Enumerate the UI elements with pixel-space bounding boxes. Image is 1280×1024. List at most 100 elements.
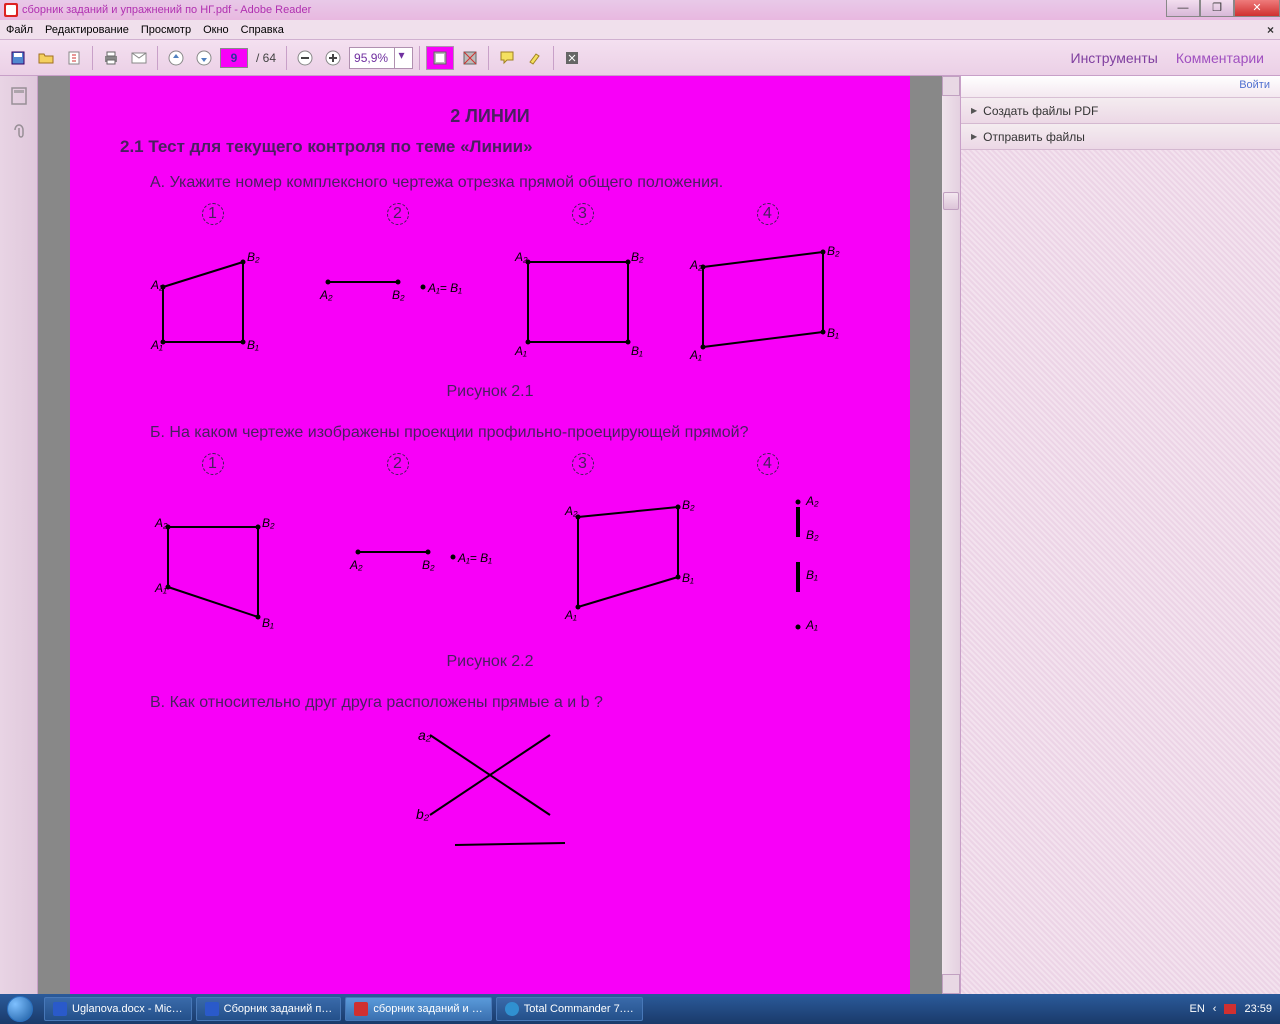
- toolbar: 9 / 64 95,9%▾ Инструменты Комментарии: [0, 40, 1280, 76]
- menu-view[interactable]: Просмотр: [141, 24, 191, 36]
- create-pdf-icon[interactable]: [62, 46, 86, 70]
- windows-orb-icon: [7, 996, 33, 1022]
- page-total: / 64: [252, 51, 280, 65]
- tray-lang[interactable]: EN: [1190, 1003, 1205, 1015]
- taskbar-item-label: Сборник заданий п…: [224, 1003, 333, 1015]
- option-3b: 3: [572, 453, 594, 475]
- window-titlebar: сборник заданий и упражнений по НГ.pdf -…: [0, 0, 1280, 20]
- svg-text:B₁: B₁: [806, 568, 818, 582]
- print-icon[interactable]: [99, 46, 123, 70]
- accordion-create-pdf[interactable]: ▶Создать файлы PDF: [961, 98, 1280, 124]
- figure-2-2: A₂B₂A₁B₁ A₂B₂A₁= B₁ A₂B₂A₁B₁ A₂B₂B₁A₁: [120, 487, 860, 637]
- minimize-button[interactable]: —: [1166, 0, 1200, 17]
- login-link[interactable]: Войти: [961, 76, 1280, 98]
- svg-text:B₁: B₁: [262, 616, 274, 630]
- heading-2-1: 2.1 Тест для текущего контроля по теме «…: [120, 137, 860, 157]
- svg-text:A₁: A₁: [689, 348, 702, 362]
- taskbar-app-icon: [205, 1002, 219, 1016]
- svg-text:B₁: B₁: [682, 571, 694, 585]
- taskbar-item[interactable]: сборник заданий и …: [345, 997, 491, 1021]
- options-row-a: 1 2 3 4: [120, 203, 860, 225]
- taskbar-item[interactable]: Total Commander 7.…: [496, 997, 643, 1021]
- chevron-down-icon[interactable]: ▾: [394, 48, 408, 68]
- close-button[interactable]: ✕: [1234, 0, 1280, 17]
- svg-text:a₂: a₂: [418, 727, 432, 743]
- start-button[interactable]: [0, 994, 40, 1024]
- tray-flag-icon[interactable]: [1224, 1004, 1236, 1014]
- app-icon: [4, 3, 18, 17]
- attachments-icon[interactable]: [9, 120, 29, 140]
- tools-link[interactable]: Инструменты: [1071, 50, 1158, 66]
- fit-width-icon[interactable]: [426, 46, 454, 70]
- svg-text:A₁= B₁: A₁= B₁: [427, 281, 462, 295]
- tray-clock[interactable]: 23:59: [1244, 1003, 1272, 1015]
- highlight-icon[interactable]: [523, 46, 547, 70]
- svg-text:B₂: B₂: [422, 558, 435, 572]
- page-down-icon[interactable]: [192, 46, 216, 70]
- pdf-page: 2 ЛИНИИ 2.1 Тест для текущего контроля п…: [70, 76, 910, 994]
- figure-2-3: a₂ b₂: [120, 715, 860, 855]
- svg-text:B₂: B₂: [262, 516, 275, 530]
- svg-text:B₂: B₂: [827, 244, 840, 258]
- thumbnails-icon[interactable]: [9, 86, 29, 106]
- menu-bar: Файл Редактирование Просмотр Окно Справк…: [0, 20, 1280, 40]
- svg-text:A₁: A₁: [564, 608, 577, 622]
- scrollbar-thumb[interactable]: [943, 192, 959, 210]
- caption-2-2: Рисунок 2.2: [120, 653, 860, 671]
- tray-chevron-icon[interactable]: ‹: [1213, 1003, 1217, 1015]
- heading-2: 2 ЛИНИИ: [120, 106, 860, 127]
- page-up-icon[interactable]: [164, 46, 188, 70]
- svg-text:A₂: A₂: [150, 278, 164, 292]
- svg-text:A₁: A₁: [150, 338, 163, 352]
- right-panel-body: [961, 150, 1280, 994]
- figure-2-1: A₂B₂A₁B₁ A₂B₂A₁= B₁ A₂B₂A₁B₁ A₂B₂A₁B₁: [120, 237, 860, 367]
- taskbar-item[interactable]: Сборник заданий п…: [196, 997, 342, 1021]
- option-4b: 4: [757, 453, 779, 475]
- zoom-in-icon[interactable]: [321, 46, 345, 70]
- svg-text:B₁: B₁: [247, 338, 259, 352]
- read-mode-icon[interactable]: [560, 46, 584, 70]
- svg-text:B₁: B₁: [827, 326, 839, 340]
- fit-page-icon[interactable]: [458, 46, 482, 70]
- zoom-level[interactable]: 95,9%▾: [349, 47, 413, 69]
- chevron-right-icon: ▶: [971, 132, 977, 141]
- taskbar-app-icon: [53, 1002, 67, 1016]
- document-viewport[interactable]: 2 ЛИНИИ 2.1 Тест для текущего контроля п…: [38, 76, 960, 994]
- option-1b: 1: [202, 453, 224, 475]
- system-tray[interactable]: EN ‹ 23:59: [1190, 1003, 1280, 1015]
- restore-button[interactable]: ❐: [1200, 0, 1234, 17]
- window-title: сборник заданий и упражнений по НГ.pdf -…: [22, 4, 311, 16]
- doc-close-button[interactable]: ×: [1267, 23, 1274, 37]
- menu-edit[interactable]: Редактирование: [45, 24, 129, 36]
- svg-text:A₂: A₂: [154, 516, 168, 530]
- option-1: 1: [202, 203, 224, 225]
- taskbar-app-icon: [354, 1002, 368, 1016]
- menu-window[interactable]: Окно: [203, 24, 229, 36]
- comment-icon[interactable]: [495, 46, 519, 70]
- svg-text:A₂: A₂: [319, 288, 333, 302]
- menu-help[interactable]: Справка: [241, 24, 284, 36]
- option-4: 4: [757, 203, 779, 225]
- taskbar-item[interactable]: Uglanova.docx - Mic…: [44, 997, 192, 1021]
- page-input[interactable]: 9: [220, 48, 248, 68]
- svg-text:B₂: B₂: [247, 250, 260, 264]
- question-c: В. Как относительно друг друга расположе…: [120, 691, 860, 715]
- taskbar-app-icon: [505, 1002, 519, 1016]
- svg-text:B₂: B₂: [392, 288, 405, 302]
- option-2b: 2: [387, 453, 409, 475]
- svg-text:B₂: B₂: [682, 498, 695, 512]
- svg-text:A₂: A₂: [564, 504, 578, 518]
- question-b: Б. На каком чертеже изображены проекции …: [120, 421, 860, 445]
- comments-link[interactable]: Комментарии: [1176, 50, 1264, 66]
- accordion-send-files[interactable]: ▶Отправить файлы: [961, 124, 1280, 150]
- vertical-scrollbar[interactable]: [942, 76, 960, 994]
- svg-text:b₂: b₂: [416, 806, 430, 822]
- caption-2-1: Рисунок 2.1: [120, 383, 860, 401]
- zoom-out-icon[interactable]: [293, 46, 317, 70]
- taskbar-item-label: сборник заданий и …: [373, 1003, 482, 1015]
- open-icon[interactable]: [34, 46, 58, 70]
- menu-file[interactable]: Файл: [6, 24, 33, 36]
- svg-text:B₂: B₂: [631, 250, 644, 264]
- save-icon[interactable]: [6, 46, 30, 70]
- email-icon[interactable]: [127, 46, 151, 70]
